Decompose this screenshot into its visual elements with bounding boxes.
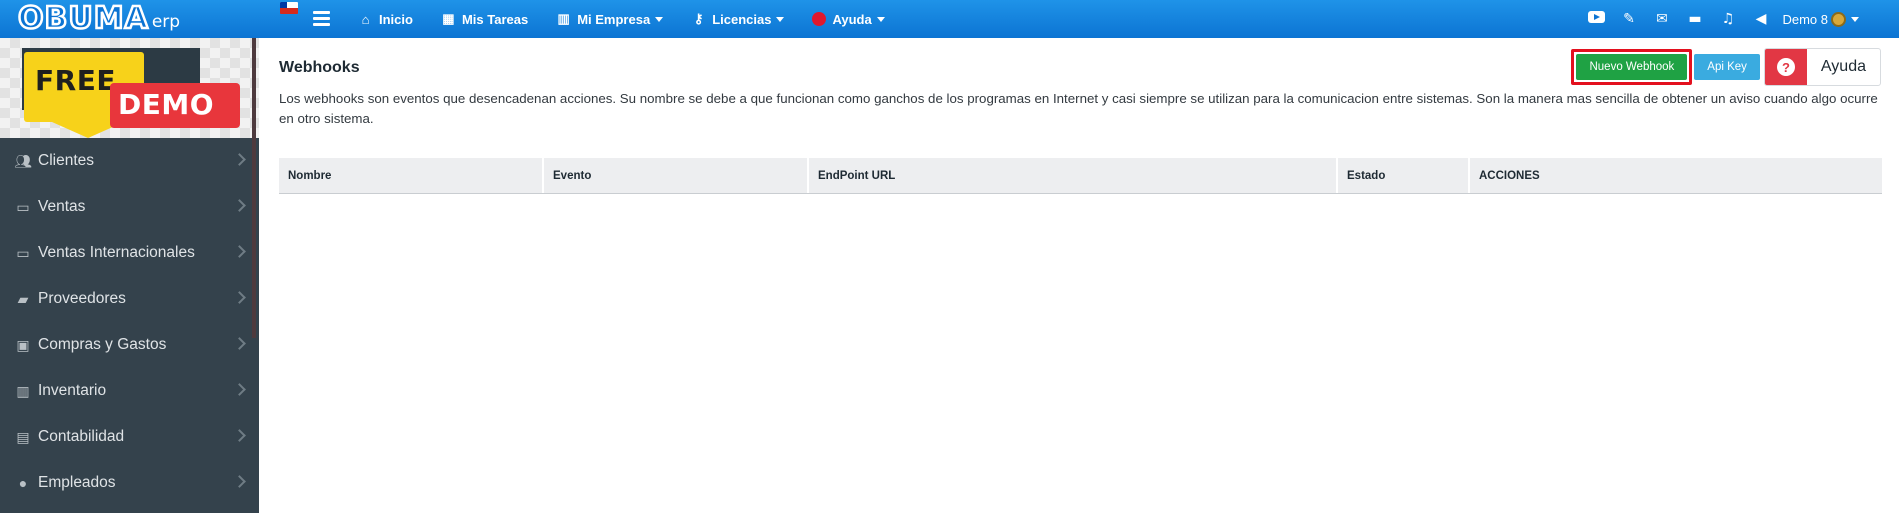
sidebar-item-label: Empleados bbox=[38, 474, 116, 491]
megaphone-icon[interactable]: ◀ bbox=[1753, 11, 1769, 27]
column-header-evento[interactable]: Evento bbox=[544, 158, 809, 193]
highlight-frame: Nuevo Webhook bbox=[1571, 49, 1693, 85]
building-icon: ▥ bbox=[557, 11, 570, 26]
users-icon: 👥︎ bbox=[14, 152, 32, 169]
truck-icon: ▰ bbox=[17, 290, 29, 307]
sidebar-item-empleados[interactable]: ● Empleados bbox=[0, 460, 259, 506]
sidebar-item-label: Compras y Gastos bbox=[38, 336, 167, 353]
calendar-icon: ▦ bbox=[442, 11, 455, 26]
free-demo-banner: FREE DEMO bbox=[0, 38, 259, 138]
nav-inicio[interactable]: ⌂ Inicio bbox=[358, 12, 413, 27]
help-button-label: Ayuda bbox=[1820, 58, 1866, 75]
sidebar-item-clientes[interactable]: 👥︎ Clientes bbox=[0, 138, 259, 184]
chile-flag-icon[interactable] bbox=[280, 2, 298, 14]
cash-icon: ▣ bbox=[16, 336, 30, 353]
avatar bbox=[1831, 11, 1846, 27]
sidebar-item-compras-y-gastos[interactable]: ▣ Compras y Gastos bbox=[0, 322, 259, 368]
sidebar-item-label: Clientes bbox=[38, 152, 94, 169]
sidebar-item-proveedores[interactable]: ▰ Proveedores bbox=[0, 276, 259, 322]
chevron-right-icon bbox=[233, 245, 246, 258]
sidebar-item-label: Inventario bbox=[38, 382, 107, 399]
bell-icon[interactable]: ♫ bbox=[1720, 11, 1736, 27]
sidebar-item-label: Ventas Internacionales bbox=[38, 244, 195, 261]
help-icon-box: ? bbox=[1764, 49, 1807, 85]
page-actions: Nuevo Webhook Api Key ? Ayuda bbox=[1571, 48, 1881, 86]
new-webhook-button[interactable]: Nuevo Webhook bbox=[1576, 54, 1688, 80]
topbar-tools: ✎ ✉ ▬ ♫ ◀ bbox=[1571, 0, 1769, 38]
chevron-right-icon bbox=[233, 199, 246, 212]
nav-mis-tareas-label: Mis Tareas bbox=[461, 11, 529, 27]
nav-mi-empresa[interactable]: ▥ Mi Empresa bbox=[556, 11, 664, 27]
question-icon: ? bbox=[1776, 58, 1795, 76]
envelope-icon[interactable]: ✉ bbox=[1654, 11, 1670, 27]
help-button[interactable]: ? Ayuda bbox=[1763, 48, 1881, 86]
nav-inicio-label: Inicio bbox=[379, 11, 413, 27]
nav-ayuda-label: Ayuda bbox=[832, 11, 872, 27]
main-content: Webhooks Nuevo Webhook Api Key ? Ayuda L… bbox=[259, 38, 1899, 513]
sidebar-item-label: Ventas bbox=[38, 198, 86, 215]
app-logo[interactable]: OBUMA erp bbox=[17, 1, 181, 36]
table-header: Nombre Evento EndPoint URL Estado ACCION… bbox=[279, 158, 1882, 194]
chevron-down-icon bbox=[876, 16, 885, 22]
nav-licencias[interactable]: ⚷ Licencias bbox=[691, 11, 785, 27]
nav-licencias-label: Licencias bbox=[712, 11, 772, 27]
pen-icon[interactable]: ✎ bbox=[1621, 11, 1637, 27]
chevron-right-icon bbox=[233, 291, 246, 304]
chevron-right-icon bbox=[233, 153, 246, 166]
logo-text: OBUMA bbox=[17, 1, 149, 36]
sidebar-item-contabilidad[interactable]: ▤ Contabilidad bbox=[0, 414, 259, 460]
banner-demo-text: DEMO bbox=[118, 88, 215, 121]
sidebar-item-label: Proveedores bbox=[38, 290, 126, 307]
logo-sub-text: erp bbox=[151, 12, 181, 32]
api-key-button[interactable]: Api Key bbox=[1694, 54, 1760, 80]
banner-free-text: FREE bbox=[35, 64, 116, 97]
money-icon: ▭ bbox=[16, 244, 30, 261]
help-circle-icon bbox=[812, 12, 827, 26]
page-description: Los webhooks son eventos que desencadena… bbox=[279, 91, 1878, 126]
folder-icon[interactable]: ▬ bbox=[1687, 11, 1703, 27]
barcode-icon: ▥ bbox=[16, 382, 30, 399]
column-header-nombre[interactable]: Nombre bbox=[279, 158, 544, 193]
column-header-estado[interactable]: Estado bbox=[1338, 158, 1470, 193]
sidebar: FREE DEMO 👥︎ Clientes ▭ Ventas ▭ Ventas … bbox=[0, 38, 259, 513]
chevron-right-icon bbox=[233, 337, 246, 350]
nav-mis-tareas[interactable]: ▦ Mis Tareas bbox=[441, 11, 528, 27]
chevron-right-icon bbox=[233, 429, 246, 442]
sidebar-item-inventario[interactable]: ▥ Inventario bbox=[0, 368, 259, 414]
people-icon: ● bbox=[18, 475, 28, 491]
chevron-down-icon bbox=[1851, 16, 1859, 22]
sidebar-item-ventas[interactable]: ▭ Ventas bbox=[0, 184, 259, 230]
chevron-right-icon bbox=[233, 475, 246, 488]
youtube-icon[interactable] bbox=[1588, 11, 1605, 27]
chevron-down-icon bbox=[655, 16, 664, 22]
key-icon: ⚷ bbox=[693, 11, 704, 26]
sidebar-menu: 👥︎ Clientes ▭ Ventas ▭ Ventas Internacio… bbox=[0, 138, 259, 506]
column-header-acciones: ACCIONES bbox=[1479, 169, 1540, 182]
top-navbar: OBUMA erp ⌂ Inicio ▦ Mis Tareas ▥ Mi Emp… bbox=[0, 0, 1899, 38]
chevron-down-icon bbox=[776, 16, 785, 22]
nav-ayuda[interactable]: Ayuda bbox=[812, 11, 885, 27]
book-icon: ▤ bbox=[16, 428, 30, 445]
sidebar-item-label: Contabilidad bbox=[38, 428, 125, 445]
home-icon: ⌂ bbox=[361, 11, 370, 27]
column-header-endpoint-url[interactable]: EndPoint URL bbox=[809, 158, 1338, 193]
nav-mi-empresa-label: Mi Empresa bbox=[577, 11, 651, 27]
user-name: Demo 8 bbox=[1782, 11, 1828, 27]
page-title: Webhooks bbox=[279, 59, 360, 76]
main-nav: ⌂ Inicio ▦ Mis Tareas ▥ Mi Empresa ⚷ Lic… bbox=[358, 0, 913, 38]
webhooks-table: Nombre Evento EndPoint URL Estado ACCION… bbox=[279, 158, 1882, 194]
sidebar-item-ventas-internacionales[interactable]: ▭ Ventas Internacionales bbox=[0, 230, 259, 276]
menu-toggle-icon[interactable] bbox=[313, 11, 330, 26]
chevron-right-icon bbox=[233, 383, 246, 396]
money-icon: ▭ bbox=[16, 198, 30, 215]
user-menu[interactable]: Demo 8 bbox=[1782, 0, 1859, 38]
